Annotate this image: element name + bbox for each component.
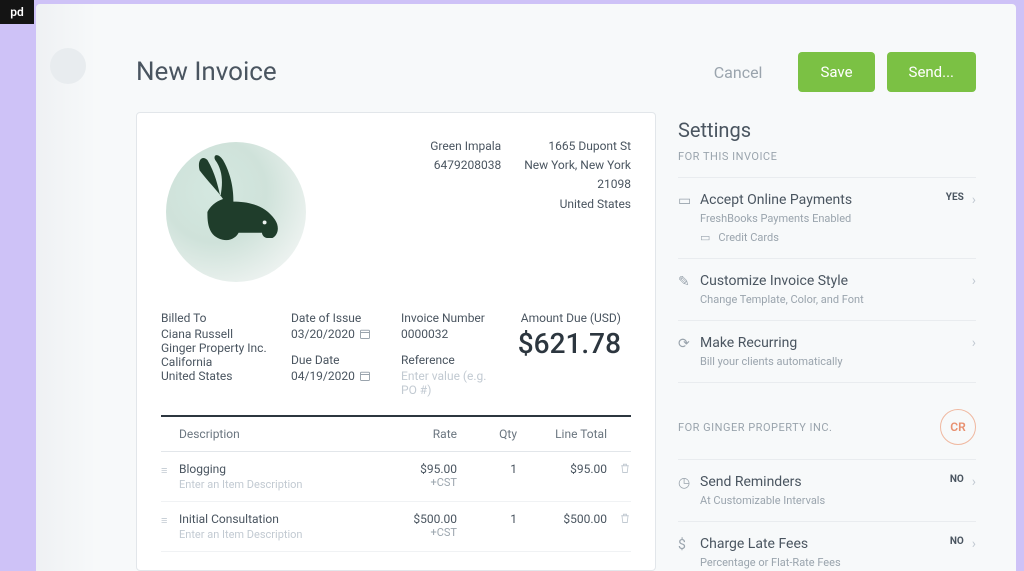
- chevron-right-icon: ›: [972, 536, 976, 552]
- settings-accept-payments[interactable]: ▭ Accept Online Payments FreshBooks Paym…: [678, 177, 976, 258]
- client-avatar: CR: [940, 409, 976, 445]
- settings-late-fees[interactable]: $ Charge Late Fees Percentage or Flat-Ra…: [678, 521, 976, 571]
- reference-label: Reference: [401, 353, 501, 367]
- impala-icon: [171, 147, 301, 277]
- item-tax: +CST: [377, 476, 457, 489]
- settings-desc: Percentage or Flat-Rate Fees: [700, 556, 950, 569]
- chevron-right-icon: ›: [972, 335, 976, 351]
- company-logo[interactable]: [161, 137, 311, 287]
- no-badge: NO: [950, 536, 964, 547]
- item-qty[interactable]: 1: [457, 512, 517, 526]
- settings-label: Make Recurring: [700, 335, 972, 351]
- page-title: New Invoice: [136, 57, 714, 87]
- th-total: Line Total: [517, 427, 607, 441]
- no-badge: NO: [950, 474, 964, 485]
- settings-send-reminders[interactable]: ◷ Send Reminders At Customizable Interva…: [678, 459, 976, 521]
- settings-desc: At Customizable Intervals: [700, 494, 950, 507]
- billed-region: California: [161, 355, 281, 369]
- item-tax: +CST: [377, 526, 457, 539]
- pd-badge: pd: [0, 0, 34, 24]
- clock-icon: ◷: [678, 475, 700, 491]
- settings-label: Customize Invoice Style: [700, 273, 972, 289]
- header: New Invoice Cancel Save Send...: [136, 52, 976, 92]
- item-name[interactable]: Blogging: [179, 462, 377, 476]
- item-qty[interactable]: 1: [457, 462, 517, 476]
- line-item[interactable]: ≡ Initial Consultation Enter an Item Des…: [161, 502, 631, 552]
- company-addr2: New York, New York: [524, 156, 631, 175]
- invoice-card: Green Impala 6479208038 1665 Dupont St N…: [136, 112, 656, 571]
- billed-name: Ciana Russell: [161, 327, 281, 341]
- drag-handle-icon[interactable]: ≡: [161, 514, 175, 527]
- item-name[interactable]: Initial Consultation: [179, 512, 377, 526]
- issue-date[interactable]: 03/20/2020: [291, 327, 371, 341]
- item-rate[interactable]: $95.00: [377, 462, 457, 476]
- settings-customize-style[interactable]: ✎ Customize Invoice Style Change Templat…: [678, 258, 976, 320]
- app-frame: New Invoice Cancel Save Send... Green Im: [36, 4, 1016, 571]
- calendar-icon: [359, 328, 371, 340]
- item-rate[interactable]: $500.00: [377, 512, 457, 526]
- dollar-icon: $: [678, 537, 700, 553]
- company-name: Green Impala: [430, 137, 501, 156]
- invoice-no-value: 0000032: [401, 327, 501, 341]
- drag-handle-icon[interactable]: ≡: [161, 464, 175, 477]
- item-desc-placeholder[interactable]: Enter an Item Description: [179, 528, 377, 541]
- card-icon: ▭: [700, 231, 710, 244]
- billed-company: Ginger Property Inc.: [161, 341, 281, 355]
- settings-subtitle: FOR THIS INVOICE: [678, 150, 976, 163]
- settings-make-recurring[interactable]: ⟳ Make Recurring Bill your clients autom…: [678, 320, 976, 383]
- avatar: [50, 48, 86, 84]
- item-total: $95.00: [517, 462, 607, 476]
- th-qty: Qty: [457, 427, 517, 441]
- save-button[interactable]: Save: [798, 52, 874, 92]
- due-label: Due Date: [291, 353, 391, 367]
- sidebar-ghost: [36, 4, 96, 571]
- th-desc: Description: [179, 427, 377, 441]
- company-phone: 6479208038: [430, 156, 501, 175]
- chevron-right-icon: ›: [972, 192, 976, 208]
- billed-to-label: Billed To: [161, 311, 281, 325]
- settings-panel: Settings FOR THIS INVOICE ▭ Accept Onlin…: [678, 112, 976, 571]
- cancel-button[interactable]: Cancel: [714, 63, 763, 82]
- chevron-right-icon: ›: [972, 474, 976, 490]
- amount-label: Amount Due (USD): [511, 311, 621, 325]
- delete-item-button[interactable]: [607, 462, 631, 477]
- company-addr1: 1665 Dupont St: [524, 137, 631, 156]
- send-button[interactable]: Send...: [887, 52, 976, 92]
- table-header: Description Rate Qty Line Total: [161, 417, 631, 452]
- item-total: $500.00: [517, 512, 607, 526]
- invoice-no-label: Invoice Number: [401, 311, 501, 325]
- payments-icon: ▭: [678, 193, 700, 209]
- amount-due: $621.78: [511, 327, 621, 360]
- settings-label: Send Reminders: [700, 474, 950, 490]
- for-client-subtitle: FOR GINGER PROPERTY INC.: [678, 421, 832, 434]
- chevron-right-icon: ›: [972, 273, 976, 289]
- company-info: Green Impala 6479208038 1665 Dupont St N…: [410, 137, 631, 287]
- delete-item-button[interactable]: [607, 512, 631, 527]
- settings-title: Settings: [678, 118, 976, 142]
- issue-label: Date of Issue: [291, 311, 391, 325]
- settings-desc: FreshBooks Payments Enabled: [700, 212, 946, 225]
- company-zip: 21098: [524, 175, 631, 194]
- line-item[interactable]: ≡ Blogging Enter an Item Description $95…: [161, 452, 631, 502]
- credit-cards-row: ▭ Credit Cards: [700, 231, 946, 244]
- item-desc-placeholder[interactable]: Enter an Item Description: [179, 478, 377, 491]
- main-area: Green Impala 6479208038 1665 Dupont St N…: [136, 112, 976, 571]
- brush-icon: ✎: [678, 274, 700, 290]
- reference-input[interactable]: Enter value (e.g. PO #): [401, 369, 501, 397]
- th-rate: Rate: [377, 427, 457, 441]
- settings-label: Charge Late Fees: [700, 536, 950, 552]
- calendar-icon: [359, 370, 371, 382]
- due-date[interactable]: 04/19/2020: [291, 369, 371, 383]
- trash-icon: [619, 512, 631, 524]
- settings-desc: Change Template, Color, and Font: [700, 293, 972, 306]
- yes-badge: YES: [946, 192, 964, 203]
- recurring-icon: ⟳: [678, 336, 700, 352]
- company-country: United States: [524, 195, 631, 214]
- trash-icon: [619, 462, 631, 474]
- settings-desc: Bill your clients automatically: [700, 355, 972, 368]
- billed-country: United States: [161, 369, 281, 383]
- settings-label: Accept Online Payments: [700, 192, 946, 208]
